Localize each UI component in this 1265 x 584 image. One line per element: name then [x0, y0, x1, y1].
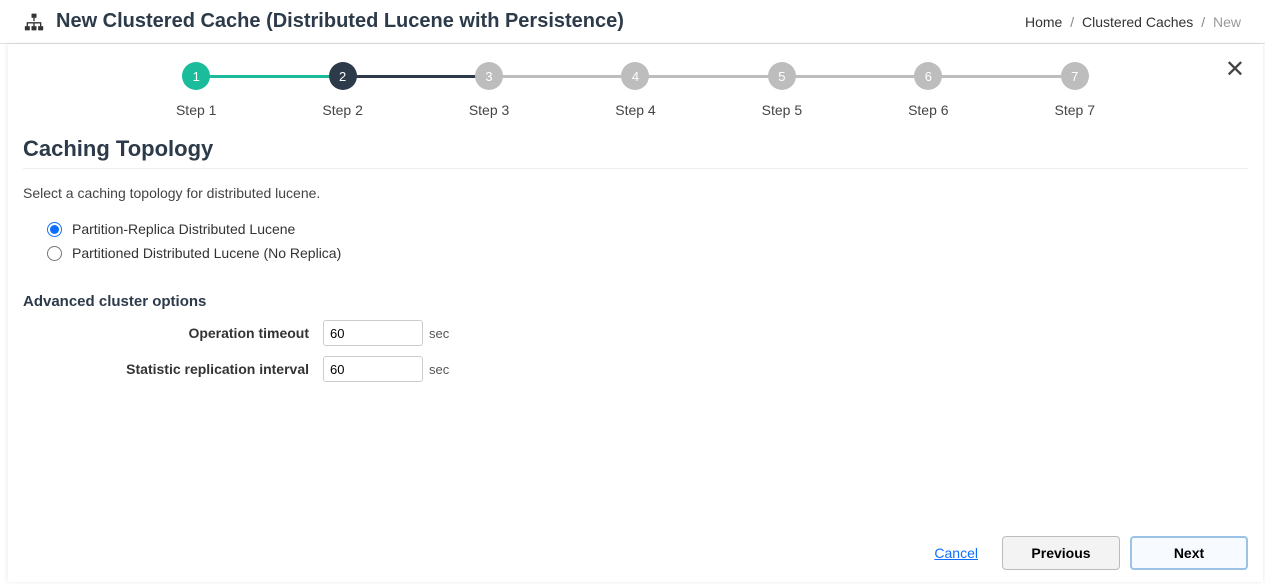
cancel-link[interactable]: Cancel [934, 545, 978, 561]
topology-radio[interactable] [47, 222, 62, 237]
section-title: Caching Topology [23, 136, 1248, 162]
step-5[interactable]: 5 Step 5 [709, 62, 855, 118]
step-7[interactable]: 7 Step 7 [1002, 62, 1148, 118]
stat-replication-unit: sec [429, 362, 449, 377]
operation-timeout-unit: sec [429, 326, 449, 341]
sitemap-icon [24, 12, 44, 32]
topology-option-label: Partition-Replica Distributed Lucene [72, 221, 295, 237]
step-label: Step 3 [469, 102, 509, 118]
stat-replication-input[interactable] [323, 356, 423, 382]
step-6[interactable]: 6 Step 6 [855, 62, 1001, 118]
step-circle: 4 [621, 62, 649, 90]
breadcrumb-caches[interactable]: Clustered Caches [1082, 14, 1193, 30]
page-title: New Clustered Cache (Distributed Lucene … [56, 10, 624, 33]
operation-timeout-row: Operation timeout sec [23, 320, 1248, 346]
step-label: Step 4 [615, 102, 655, 118]
next-button[interactable]: Next [1130, 536, 1248, 570]
advanced-heading: Advanced cluster options [23, 293, 1248, 310]
breadcrumb-current: New [1213, 14, 1241, 30]
step-2[interactable]: 2 Step 2 [269, 62, 415, 118]
topology-option-1[interactable]: Partitioned Distributed Lucene (No Repli… [47, 245, 1248, 261]
topology-option-label: Partitioned Distributed Lucene (No Repli… [72, 245, 341, 261]
previous-button[interactable]: Previous [1002, 536, 1120, 570]
stat-replication-row: Statistic replication interval sec [23, 356, 1248, 382]
topology-option-0[interactable]: Partition-Replica Distributed Lucene [47, 221, 1248, 237]
divider [23, 168, 1248, 169]
section-description: Select a caching topology for distribute… [23, 185, 1248, 201]
wizard-footer: Cancel Previous Next [23, 520, 1248, 570]
step-circle: 1 [182, 62, 210, 90]
step-circle: 6 [914, 62, 942, 90]
close-icon[interactable]: ✕ [1225, 58, 1245, 82]
stat-replication-label: Statistic replication interval [23, 361, 323, 377]
step-1[interactable]: 1 Step 1 [123, 62, 269, 118]
operation-timeout-input[interactable] [323, 320, 423, 346]
step-circle: 3 [475, 62, 503, 90]
topology-radio-group: Partition-Replica Distributed Lucene Part… [47, 221, 1248, 269]
step-4[interactable]: 4 Step 4 [562, 62, 708, 118]
step-label: Step 1 [176, 102, 216, 118]
step-3[interactable]: 3 Step 3 [416, 62, 562, 118]
operation-timeout-label: Operation timeout [23, 325, 323, 341]
step-label: Step 5 [762, 102, 802, 118]
step-label: Step 6 [908, 102, 948, 118]
step-label: Step 2 [322, 102, 362, 118]
step-circle: 2 [329, 62, 357, 90]
breadcrumb: Home / Clustered Caches / New [1025, 14, 1241, 30]
topology-radio[interactable] [47, 246, 62, 261]
step-circle: 5 [768, 62, 796, 90]
wizard-stepper: 1 Step 1 2 Step 2 3 Step 3 4 Step 4 5 Step 5 6 Step… [123, 62, 1148, 118]
step-label: Step 7 [1055, 102, 1095, 118]
step-circle: 7 [1061, 62, 1089, 90]
page-header: New Clustered Cache (Distributed Lucene … [0, 0, 1265, 44]
breadcrumb-home[interactable]: Home [1025, 14, 1062, 30]
